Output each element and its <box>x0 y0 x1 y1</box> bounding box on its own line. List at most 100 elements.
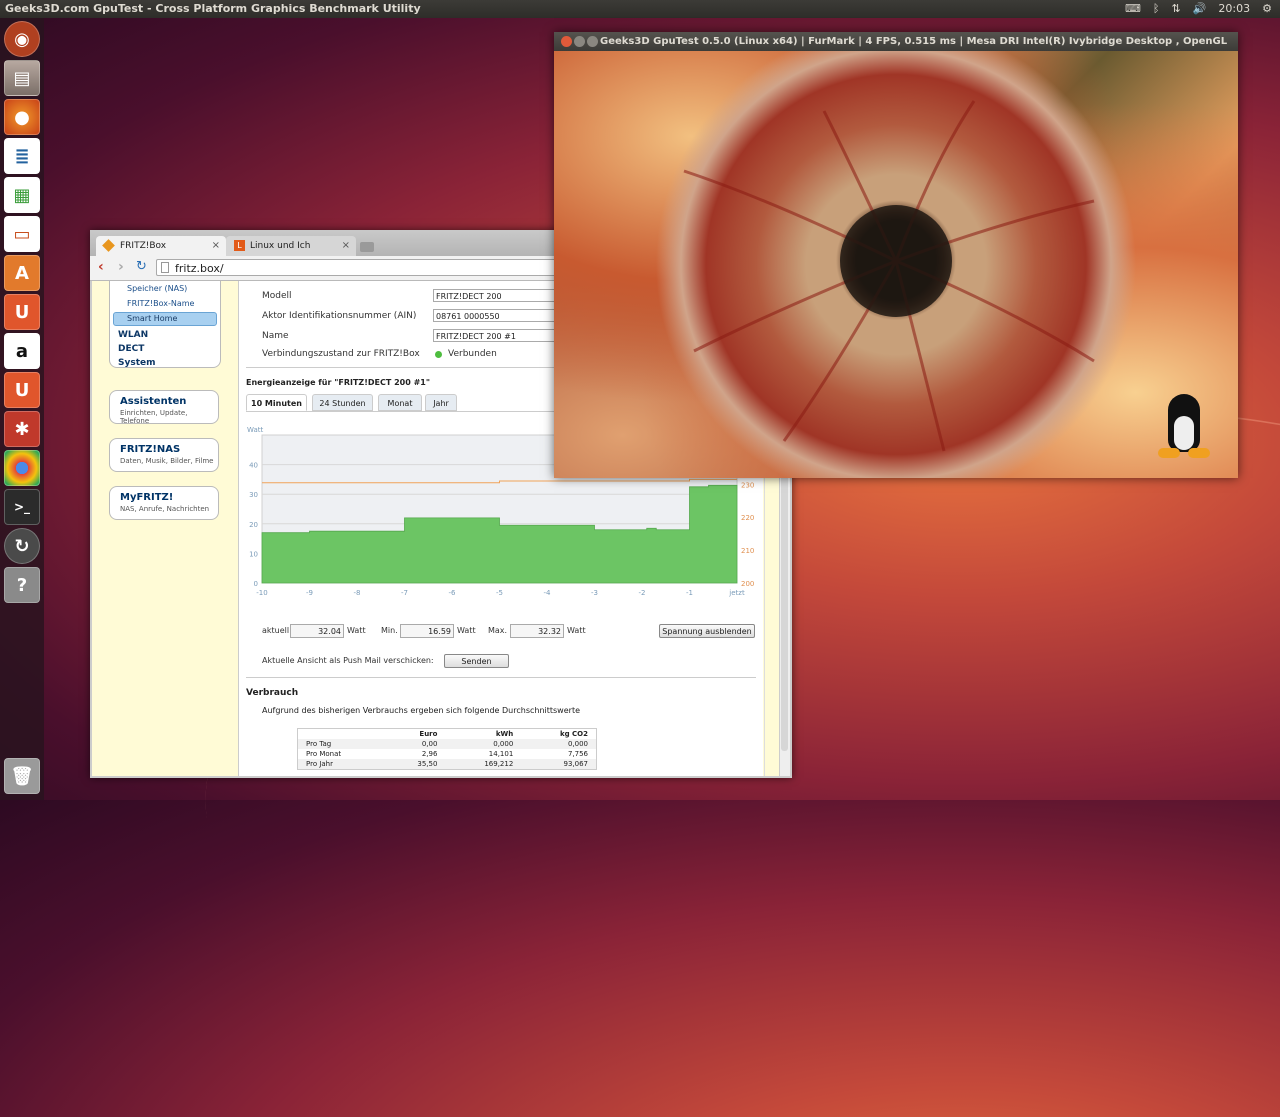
menu-item-storage[interactable]: Speicher (NAS) <box>127 284 187 293</box>
clock[interactable]: 20:03 <box>1218 0 1250 18</box>
send-button[interactable]: Senden <box>444 654 509 668</box>
y-tick-label: 0 <box>254 580 258 588</box>
indicator-area: ⌨ ᛒ ⇅ 🔊 20:03 ⚙ <box>1125 0 1272 18</box>
myfritz-box[interactable]: MyFRITZ! NAS, Anrufe, Nachrichten <box>109 486 219 520</box>
update-manager-icon[interactable]: ↻ <box>4 528 40 564</box>
tab-close-icon[interactable]: × <box>212 236 220 256</box>
system-settings-icon[interactable]: ✱ <box>4 411 40 447</box>
x-tick-label: -1 <box>686 589 693 597</box>
network-icon[interactable]: ⇅ <box>1172 0 1181 18</box>
cell: 169,212 <box>445 759 522 770</box>
consumption-table: Euro kWh kg CO2 Pro Tag 0,00 0,000 0,000… <box>297 728 597 770</box>
tab-linux-und-ich[interactable]: L Linux und Ich × <box>226 236 356 256</box>
maximize-icon[interactable] <box>587 36 598 47</box>
y-tick-label: 10 <box>249 550 258 558</box>
menu-item-box-name[interactable]: FRITZ!Box-Name <box>127 299 194 308</box>
assistants-title: Assistenten <box>120 396 187 407</box>
files-icon[interactable]: ▤ <box>4 60 40 96</box>
calc-icon[interactable]: ▦ <box>4 177 40 213</box>
trash-icon[interactable]: 🗑 <box>4 758 40 794</box>
page-icon <box>161 262 169 273</box>
amazon-icon[interactable]: a <box>4 333 40 369</box>
cell: 0,000 <box>521 739 597 749</box>
table-row: Pro Monat 2,96 14,101 7,756 <box>298 749 597 759</box>
writer-icon[interactable]: ≣ <box>4 138 40 174</box>
tab-10-minutes[interactable]: 10 Minuten <box>246 394 307 411</box>
assistants-box[interactable]: Assistenten Einrichten, Update, Telefone <box>109 390 219 425</box>
column-header: Euro <box>419 730 438 738</box>
fritznas-box[interactable]: FRITZ!NAS Daten, Musik, Bilder, Filme <box>109 438 219 472</box>
new-tab-button[interactable] <box>360 242 374 252</box>
tab-close-icon[interactable]: × <box>342 236 350 256</box>
column-header: kWh <box>495 730 514 738</box>
bluetooth-icon[interactable]: ᛒ <box>1153 0 1160 18</box>
firefox-icon[interactable]: ● <box>4 99 40 135</box>
x-tick-label: -2 <box>639 589 646 597</box>
ain-field[interactable]: 08761 0000550 <box>433 309 573 322</box>
menu-item-system[interactable]: System <box>118 358 156 368</box>
table-row: Pro Tag 0,00 0,000 0,000 <box>297 739 597 749</box>
cell: 35,50 <box>384 759 446 770</box>
push-mail-label: Aktuelle Ansicht als Push Mail verschick… <box>262 656 434 665</box>
tux-penguin-icon <box>1158 394 1210 464</box>
status-ok-icon <box>435 351 442 358</box>
row-label: Pro Jahr <box>297 759 385 770</box>
fritznas-title: FRITZ!NAS <box>120 444 181 455</box>
minimize-icon[interactable] <box>574 36 585 47</box>
min-unit: Watt <box>457 626 476 635</box>
software-center-icon[interactable]: A <box>4 255 40 291</box>
unknown-app-icon[interactable]: ? <box>4 567 40 603</box>
gputest-titlebar[interactable]: Geeks3D GpuTest 0.5.0 (Linux x64) | FurM… <box>554 32 1238 66</box>
column-header <box>298 729 385 740</box>
chrome-icon[interactable] <box>4 450 40 486</box>
menu-item-smart-home[interactable]: Smart Home <box>113 312 217 326</box>
current-unit: Watt <box>347 626 366 635</box>
y-axis-label: Watt <box>247 426 264 434</box>
table-header-row: Euro kWh kg CO2 <box>298 729 597 740</box>
reload-icon[interactable]: ↻ <box>136 259 147 274</box>
cell: 7,756 <box>567 750 588 758</box>
url-text: fritz.box/ <box>175 262 224 275</box>
tab-24-hours[interactable]: 24 Stunden <box>312 394 373 411</box>
max-value: 32.32 <box>510 624 564 638</box>
myfritz-desc: NAS, Anrufe, Nachrichten <box>120 505 210 513</box>
column-header: kg CO2 <box>559 730 588 738</box>
top-panel: Geeks3D.com GpuTest - Cross Platform Gra… <box>0 0 1280 18</box>
model-field[interactable]: FRITZ!DECT 200 <box>433 289 573 302</box>
close-icon[interactable] <box>561 36 572 47</box>
model-label: Modell <box>262 291 292 301</box>
y-tick-label: 30 <box>249 491 258 499</box>
max-label: Max. <box>488 626 508 635</box>
x-tick-label: -10 <box>256 589 267 597</box>
terminal-icon[interactable]: >_ <box>4 489 40 525</box>
session-gear-icon[interactable]: ⚙ <box>1262 0 1272 18</box>
ubuntu-one-icon[interactable]: U <box>4 294 40 330</box>
tab-fritzbox[interactable]: FRITZ!Box × <box>96 236 226 256</box>
ubuntu-one-music-icon[interactable]: U <box>4 372 40 408</box>
name-field[interactable]: FRITZ!DECT 200 #1 <box>433 329 573 342</box>
tab-year[interactable]: Jahr <box>425 394 457 411</box>
menu-item-dect[interactable]: DECT <box>118 344 144 354</box>
impress-icon[interactable]: ▭ <box>4 216 40 252</box>
hide-voltage-button[interactable]: Spannung ausblenden <box>659 624 755 638</box>
fritzbox-sidebar: Speicher (NAS) FRITZ!Box-Name Smart Home… <box>92 281 237 776</box>
x-tick-label: -7 <box>401 589 408 597</box>
keyboard-icon[interactable]: ⌨ <box>1125 0 1141 18</box>
myfritz-title: MyFRITZ! <box>120 492 174 503</box>
y2-tick-label: 230 <box>741 481 754 489</box>
cell: 2,96 <box>421 750 438 758</box>
menu-item-wlan[interactable]: WLAN <box>118 330 148 340</box>
tab-month[interactable]: Monat <box>378 394 422 411</box>
forward-icon[interactable]: › <box>118 259 124 275</box>
x-tick-label: -3 <box>591 589 598 597</box>
current-label: aktuell <box>262 626 290 635</box>
current-value: 32.04 <box>290 624 344 638</box>
table-row: Pro Jahr 35,50 169,212 93,067 <box>297 759 597 770</box>
volume-icon[interactable]: 🔊 <box>1193 0 1207 18</box>
gputest-window: Geeks3D GpuTest 0.5.0 (Linux x64) | FurM… <box>554 32 1238 478</box>
furmark-render-view <box>554 51 1238 478</box>
back-icon[interactable]: ‹ <box>98 259 104 275</box>
ain-label: Aktor Identifikationsnummer (AIN) <box>262 311 417 321</box>
y-tick-label: 20 <box>249 521 258 529</box>
dash-icon[interactable]: ◉ <box>4 21 40 57</box>
